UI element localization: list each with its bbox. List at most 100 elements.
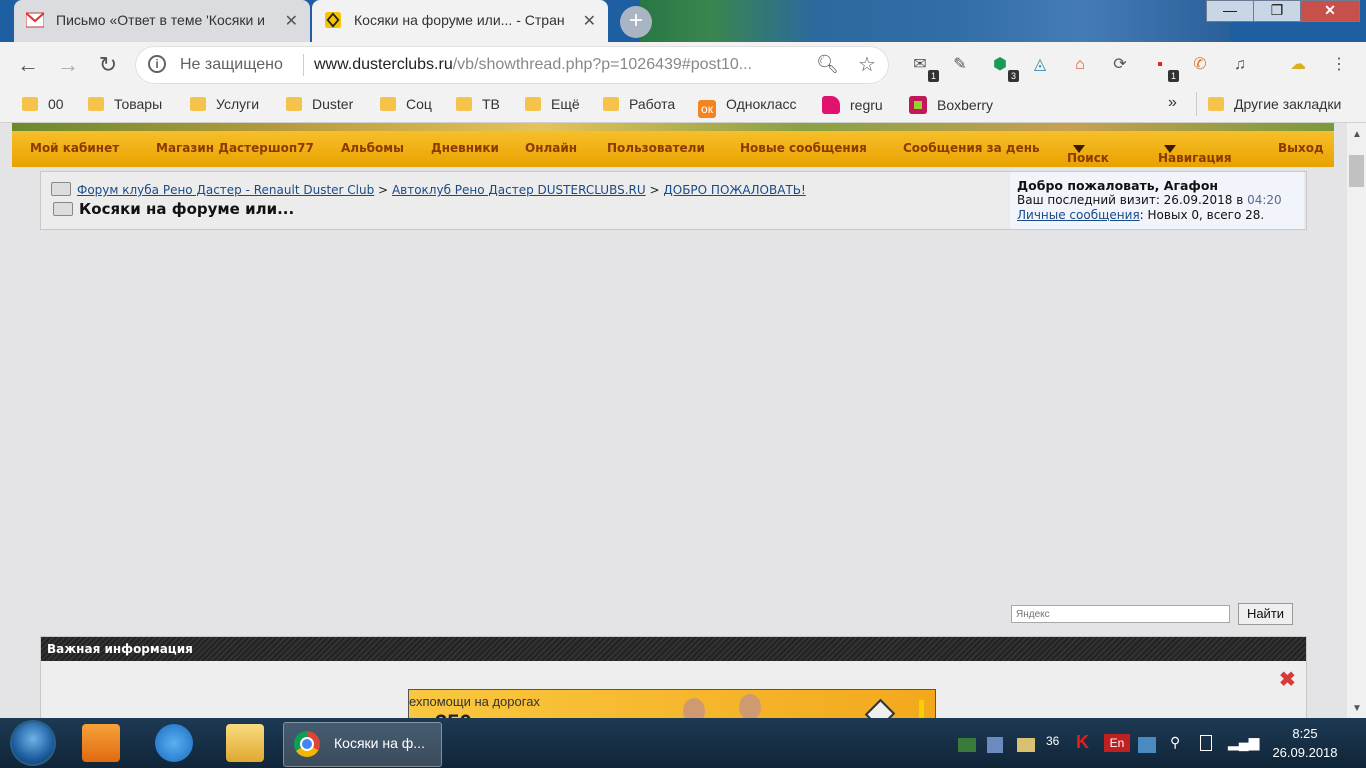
bookmarks-bar: 00 Товары Услуги Duster Соц ТВ Ещё Работ… <box>0 88 1366 123</box>
forward-button[interactable]: → <box>55 52 81 78</box>
renault-logo-icon <box>864 698 896 718</box>
mail-icon[interactable]: ✉ 1 <box>909 54 939 82</box>
chrome-icon <box>294 731 320 757</box>
sync-icon[interactable]: ⟳ <box>1109 54 1131 76</box>
menu-shop[interactable]: Магазин Дастершоп77 <box>156 141 314 155</box>
breadcrumb-welcome[interactable]: ДОБРО ПОЖАЛОВАТЬ! <box>663 183 805 197</box>
tab-title: Косяки на форуме или... - Стран <box>354 12 565 28</box>
bookmark-tovary[interactable]: Товары <box>88 96 162 112</box>
menu-navigation[interactable]: Навигация <box>1158 141 1232 165</box>
bookmark-duster[interactable]: Duster <box>286 96 353 112</box>
clock-time: 8:25 <box>1292 726 1318 741</box>
menu-dots-icon[interactable]: ⋮ <box>1328 54 1350 76</box>
breadcrumb: Форум клуба Рено Дастер - Renault Duster… <box>51 182 806 197</box>
search-input[interactable] <box>1011 605 1230 623</box>
bookmark-label: regru <box>850 97 883 113</box>
taskbar-chrome-task[interactable]: Косяки на ф... <box>283 722 442 767</box>
zoom-icon[interactable]: 🔍︎ <box>816 54 839 75</box>
bookmark-uslugi[interactable]: Услуги <box>190 96 259 112</box>
close-icon[interactable]: ✖ <box>1279 667 1296 692</box>
bookmark-eshche[interactable]: Ещё <box>525 96 580 112</box>
bookmark-label: Ещё <box>551 96 580 112</box>
kaspersky-icon[interactable]: K <box>1076 732 1089 753</box>
bookmark-tv[interactable]: ТВ <box>456 96 500 112</box>
menu-new-posts[interactable]: Новые сообщения <box>740 141 867 155</box>
url-text[interactable]: www.dusterclubs.ru/vb/showthread.php?p=1… <box>314 56 752 74</box>
tab-gmail[interactable]: Письмо «Ответ в теме 'Косяки и ✕ <box>14 0 310 42</box>
minimize-button[interactable]: — <box>1206 0 1254 22</box>
tab-forum[interactable]: Косяки на форуме или... - Стран ✕ <box>312 0 608 42</box>
vertical-scrollbar[interactable]: ▲ ▼ <box>1347 123 1366 718</box>
reload-button[interactable]: ↻ <box>95 52 121 78</box>
start-button[interactable] <box>12 722 54 764</box>
menu-diaries[interactable]: Дневники <box>431 141 499 155</box>
language-indicator[interactable]: En <box>1104 734 1130 752</box>
shield-icon[interactable]: ⬢ 3 <box>989 54 1019 82</box>
scroll-down-icon[interactable]: ▼ <box>1352 703 1362 714</box>
page-title: Косяки на форуме или... <box>53 200 294 218</box>
address-bar[interactable]: i Не защищено www.dusterclubs.ru/vb/show… <box>136 47 888 83</box>
breadcrumb-separator: > <box>649 183 660 197</box>
explorer-folder-icon[interactable] <box>226 724 264 762</box>
battery-icon[interactable] <box>1200 735 1212 751</box>
thread-title: Косяки на форуме или... <box>79 200 295 218</box>
tray-app-icon[interactable] <box>1017 738 1035 752</box>
menu-search[interactable]: Поиск <box>1067 141 1109 165</box>
menu-online[interactable]: Онлайн <box>525 141 577 155</box>
network-app-icon[interactable] <box>987 737 1003 753</box>
scroll-up-icon[interactable]: ▲ <box>1352 129 1362 140</box>
media-player-icon[interactable] <box>82 724 120 762</box>
ad-number: 350 <box>435 710 472 718</box>
url-path: /vb/showthread.php?p=1026439#post10... <box>452 56 753 73</box>
signal-icon[interactable]: ▂▄▆ <box>1228 734 1259 751</box>
menu-users[interactable]: Пользователи <box>607 141 705 155</box>
bookmarks-divider <box>1196 92 1197 116</box>
display-icon[interactable] <box>1138 737 1156 753</box>
tab-strip: Письмо «Ответ в теме 'Косяки и ✕ Косяки … <box>0 0 1366 42</box>
music-icon[interactable]: ♫ <box>1229 54 1251 76</box>
bookmark-star-icon[interactable]: ☆ <box>858 52 876 77</box>
weather-icon[interactable]: ☁ <box>1287 54 1309 76</box>
menu-posts-today[interactable]: Сообщения за день <box>903 141 1040 155</box>
bookmark-label: 00 <box>48 96 64 112</box>
back-button[interactable]: ← <box>15 52 41 78</box>
bookmark-odnoklass[interactable]: ок Однокласс <box>698 96 797 118</box>
bookmark-rabota[interactable]: Работа <box>603 96 675 112</box>
drop-icon[interactable]: ◬ <box>1029 54 1051 76</box>
bookmark-00[interactable]: 00 <box>22 96 64 112</box>
other-bookmarks[interactable]: Другие закладки <box>1208 96 1341 112</box>
menu-logout[interactable]: Выход <box>1278 141 1324 155</box>
temperature-text[interactable]: 36 <box>1046 734 1059 748</box>
menu-my-cabinet[interactable]: Мой кабинет <box>30 141 119 155</box>
usb-icon[interactable]: ⚲ <box>1170 734 1180 751</box>
breadcrumb-forum-home[interactable]: Форум клуба Рено Дастер - Renault Duster… <box>77 183 374 197</box>
dots-icon[interactable]: ▪ 1 <box>1149 54 1179 82</box>
info-icon[interactable]: i <box>148 55 166 73</box>
system-clock[interactable]: 8:25 26.09.2018 <box>1265 724 1345 762</box>
scroll-thumb[interactable] <box>1349 155 1364 187</box>
private-messages-link[interactable]: Личные сообщения <box>1017 208 1140 222</box>
home-icon[interactable]: ⌂ <box>1069 54 1091 76</box>
bookmark-regru[interactable]: regru <box>822 96 883 114</box>
translate-icon[interactable]: ✆ <box>1189 54 1211 76</box>
bookmark-soc[interactable]: Соц <box>380 96 432 112</box>
bookmark-label: Соц <box>406 96 432 112</box>
new-tab-button[interactable]: + <box>620 6 652 38</box>
bookmark-label: Работа <box>629 96 676 112</box>
bookmark-boxberry[interactable]: Boxberry <box>909 96 993 114</box>
ad-stripe <box>919 700 924 718</box>
maximize-button[interactable]: ❐ <box>1253 0 1301 22</box>
search-button[interactable]: Найти <box>1238 603 1293 625</box>
more-bookmarks-button[interactable]: » <box>1168 94 1177 112</box>
breadcrumb-autoclub[interactable]: Автоклуб Рено Дастер DUSTERCLUBS.RU <box>392 183 646 197</box>
window-close-button[interactable]: ✕ <box>1300 0 1360 22</box>
nvidia-icon[interactable] <box>958 738 976 752</box>
folder-icon <box>456 97 472 111</box>
internet-explorer-icon[interactable] <box>155 724 193 762</box>
ad-banner[interactable]: ехпомощи на дорогах 350 <box>408 689 936 718</box>
close-tab-icon[interactable]: ✕ <box>285 11 298 31</box>
bookmark-ext-icon[interactable]: ✎ <box>949 54 971 76</box>
important-info-panel: Важная информация ✖ ехпомощи на дорогах … <box>40 636 1307 718</box>
menu-albums[interactable]: Альбомы <box>341 141 404 155</box>
close-tab-icon[interactable]: ✕ <box>583 11 596 31</box>
